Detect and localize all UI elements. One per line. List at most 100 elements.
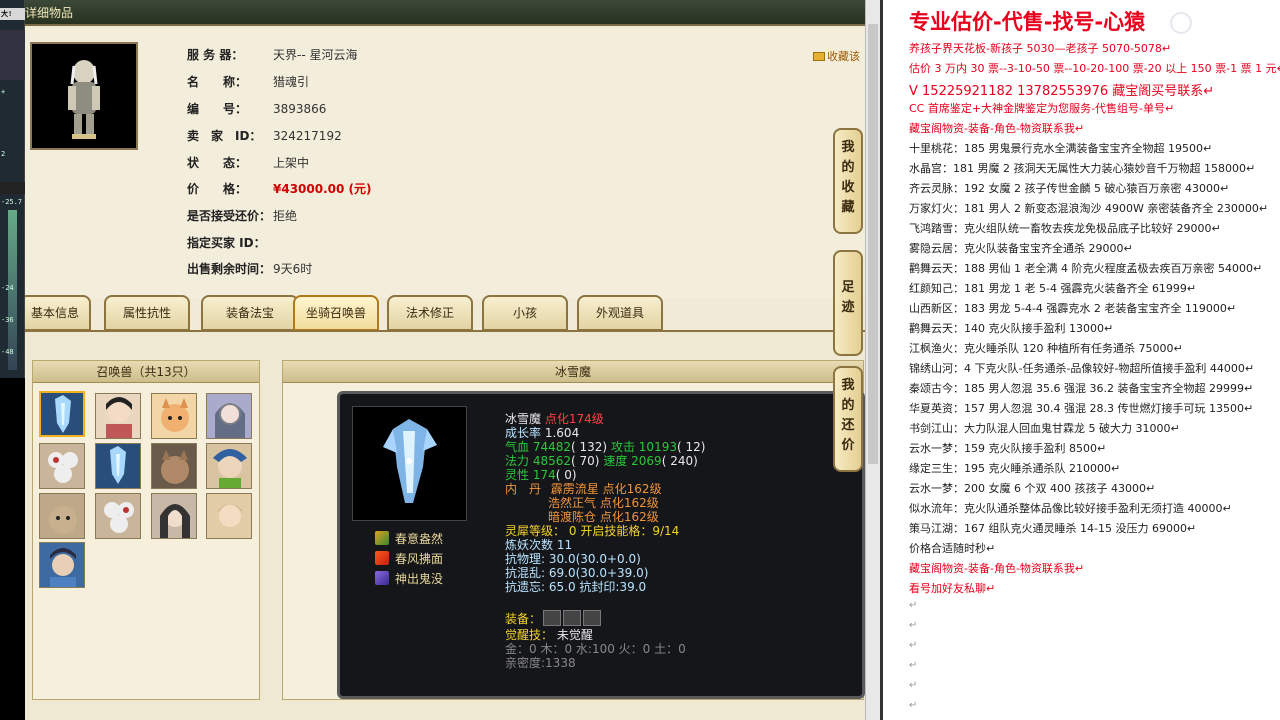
window-title: 详细物品 <box>25 6 74 20</box>
doc-line: 书剑江山：大力队混人回血鬼甘霖龙 5 破大力 31000↵ <box>909 422 1180 435</box>
strip-label-2: 2 <box>1 150 6 158</box>
my-counteroffers-button[interactable]: 我的还价 <box>833 366 863 472</box>
strip-toggle[interactable] <box>0 182 25 194</box>
pet-portrait-icon <box>50 548 76 587</box>
doc-line: ↵ <box>909 620 918 631</box>
scrollbar-thumb[interactable] <box>868 24 878 464</box>
skill-flame-icon <box>375 551 389 565</box>
equip-slot-2[interactable] <box>563 610 582 626</box>
pet-thumb-2[interactable] <box>95 393 141 439</box>
doc-line: 鹳舞云天：140 克火队接手盈利 13000↵ <box>909 322 1114 335</box>
doc-line: 十里桃花：185 男鬼景行克水全满装备宝宝齐全物超 19500↵ <box>909 142 1213 155</box>
tab-mounts-pets[interactable]: 坐骑召唤兽 <box>293 295 379 331</box>
doc-line: ↵ <box>909 680 918 691</box>
strip-block <box>0 30 25 80</box>
strip-label-1[interactable]: + <box>1 88 5 96</box>
doc-line: V 15225921182 13782553976 藏宝阁买号联系↵ <box>909 84 1215 99</box>
pets-panel-title: 召唤兽（共13只） <box>33 361 259 383</box>
doc-line: 看号加好友私聊↵ <box>909 582 996 595</box>
pet-portrait-icon <box>215 504 245 527</box>
pet-portrait-icon <box>48 452 78 483</box>
strip-label-5: -36 <box>1 316 14 324</box>
pet-thumb-13[interactable] <box>39 542 85 588</box>
doc-line: 雾隐云居：克火队装备宝宝齐全通杀 29000↵ <box>909 242 1133 255</box>
ice-crystal-icon <box>110 446 126 484</box>
doc-line: 藏宝阁物资-装备-角色-物资联系我↵ <box>909 122 1085 135</box>
tab-basic-info[interactable]: 基本信息 <box>25 295 91 331</box>
doc-line: 华夏英资：157 男人忽混 30.4 强混 28.3 传世燃灯接手可玩 1350… <box>909 402 1254 415</box>
pet-refine-row: 炼妖次数 11 <box>505 538 573 552</box>
pet-thumb-8[interactable] <box>206 443 252 489</box>
game-window: 详细物品 服 务 器：天界-- 星河云海 名 称：猎魂引 编 号：3893 <box>25 0 865 720</box>
pet-thumb-7[interactable] <box>151 443 197 489</box>
skill-ghost-icon <box>375 571 389 585</box>
pet-equip-row: 装备： <box>505 610 602 626</box>
character-figure-icon <box>68 60 100 139</box>
skill-2[interactable]: 春风拂面 <box>375 550 443 567</box>
doc-line: ↵ <box>909 600 918 611</box>
pet-thumb-5[interactable] <box>39 443 85 489</box>
document-page: 专业估价-代售-找号-心猿 养孩子界天花板-新孩子 5030—老孩子 5070-… <box>880 0 1280 720</box>
pet-mp-spd-row: 法力 48562( 70) 速度 2069( 240) <box>505 454 698 468</box>
pet-thumb-6[interactable] <box>95 443 141 489</box>
pet-thumb-12[interactable] <box>206 493 252 539</box>
equip-slot-3[interactable] <box>583 610 602 626</box>
strip-label-3: -25.7 <box>1 198 23 206</box>
info-status: 状 态： 上架中 <box>187 156 310 170</box>
doc-line: CC 首席鉴定+大神金牌鉴定为您服务-代售组号-单号↵ <box>909 102 1175 115</box>
skill-spring-icon <box>375 531 389 545</box>
pet-thumb-9[interactable] <box>39 493 85 539</box>
pet-portrait-icon <box>49 506 77 534</box>
pet-thumb-3[interactable] <box>151 393 197 439</box>
ice-crystal-icon <box>55 395 71 433</box>
doc-title: 专业估价-代售-找号-心猿 <box>909 10 1146 34</box>
doc-line: ↵ <box>909 640 918 651</box>
pet-luck-row: 灵性 174( 0) <box>505 468 577 482</box>
footprint-button[interactable]: 足迹 <box>833 250 863 356</box>
my-favorites-button[interactable]: 我的收藏 <box>833 128 863 234</box>
doc-line: 山西新区：183 男龙 5-4-4 强霹克水 2 老装备宝宝齐全 119000↵ <box>909 302 1237 315</box>
pet-neidan-2: 浩然正气 点化162级 <box>548 496 659 510</box>
pet-neidan-row: 内 丹 霹雳流星 点化162级 <box>505 482 662 496</box>
doc-line: 价格合适随时秒↵ <box>909 542 996 555</box>
pet-portrait-icon <box>160 504 190 538</box>
skill-1[interactable]: 春意盎然 <box>375 530 443 547</box>
doc-line: 养孩子界天花板-新孩子 5030—老孩子 5070-5078↵ <box>909 42 1172 55</box>
fox-pet-icon <box>161 398 189 432</box>
pet-image <box>352 406 467 521</box>
stream-logo-icon <box>1170 12 1192 34</box>
doc-line: 策马江湖：167 组队克火通灵睡杀 14-15 没压力 69000↵ <box>909 522 1197 535</box>
doc-line: 云水一梦：159 克火队接手盈利 8500↵ <box>909 442 1107 455</box>
strip-label-0: 大! <box>1 10 13 18</box>
pet-intimacy-row: 亲密度:1338 <box>505 656 576 670</box>
info-server: 服 务 器： 天界-- 星河云海 <box>187 48 358 62</box>
info-counteroffer: 是否接受还价： 拒绝 <box>187 209 298 223</box>
pet-name-row: 冰雪魔 点化174级 <box>505 412 604 426</box>
pet-neidan-3: 暗渡陈仓 点化162级 <box>548 510 659 524</box>
pet-detail-title: 冰雪魔 <box>283 361 863 383</box>
doc-line: 飞鸿踏雪：克火组队统一畜牧去疾龙免极品底子比较好 29000↵ <box>909 222 1221 235</box>
tab-children[interactable]: 小孩 <box>482 295 568 331</box>
window-titlebar: 详细物品 <box>25 0 865 26</box>
pet-thumb-1[interactable] <box>39 391 85 437</box>
equip-slot-1[interactable] <box>543 610 562 626</box>
pet-thumb-4[interactable] <box>206 393 252 439</box>
pet-elements-row: 金：0 木：0 水:100 火：0 土：0 <box>505 642 686 656</box>
strip-label-6: -48 <box>1 348 14 356</box>
pet-spirit-row: 灵犀等级： 0 开启技能格：9/14 <box>505 524 680 538</box>
tab-equipment[interactable]: 装备法宝 <box>201 295 299 331</box>
doc-line: 万家灯火：181 男人 2 新变态混浪淘沙 4900W 亲密装备齐全 23000… <box>909 202 1269 215</box>
doc-line: 似水流年：克火队通杀整体品像比较好接手盈利无须打造 40000↵ <box>909 502 1232 515</box>
pet-portrait-icon <box>213 449 247 488</box>
tab-attributes[interactable]: 属性抗性 <box>104 295 190 331</box>
tab-appearance[interactable]: 外观道具 <box>577 295 663 331</box>
pet-res-phys-row: 抗物理: 30.0(30.0+0.0) <box>505 552 641 566</box>
pet-thumb-11[interactable] <box>151 493 197 539</box>
vertical-scrollbar[interactable] <box>865 0 880 720</box>
pet-portrait-icon <box>104 502 134 533</box>
doc-line: 估价 3 万内 30 票--3-10-50 票--10-20-100 票-20 … <box>909 62 1280 75</box>
pet-thumb-10[interactable] <box>95 493 141 539</box>
skill-3[interactable]: 神出鬼没 <box>375 570 443 587</box>
favorite-link[interactable]: 收藏该 <box>813 48 860 64</box>
tab-spell-correction[interactable]: 法术修正 <box>387 295 473 331</box>
